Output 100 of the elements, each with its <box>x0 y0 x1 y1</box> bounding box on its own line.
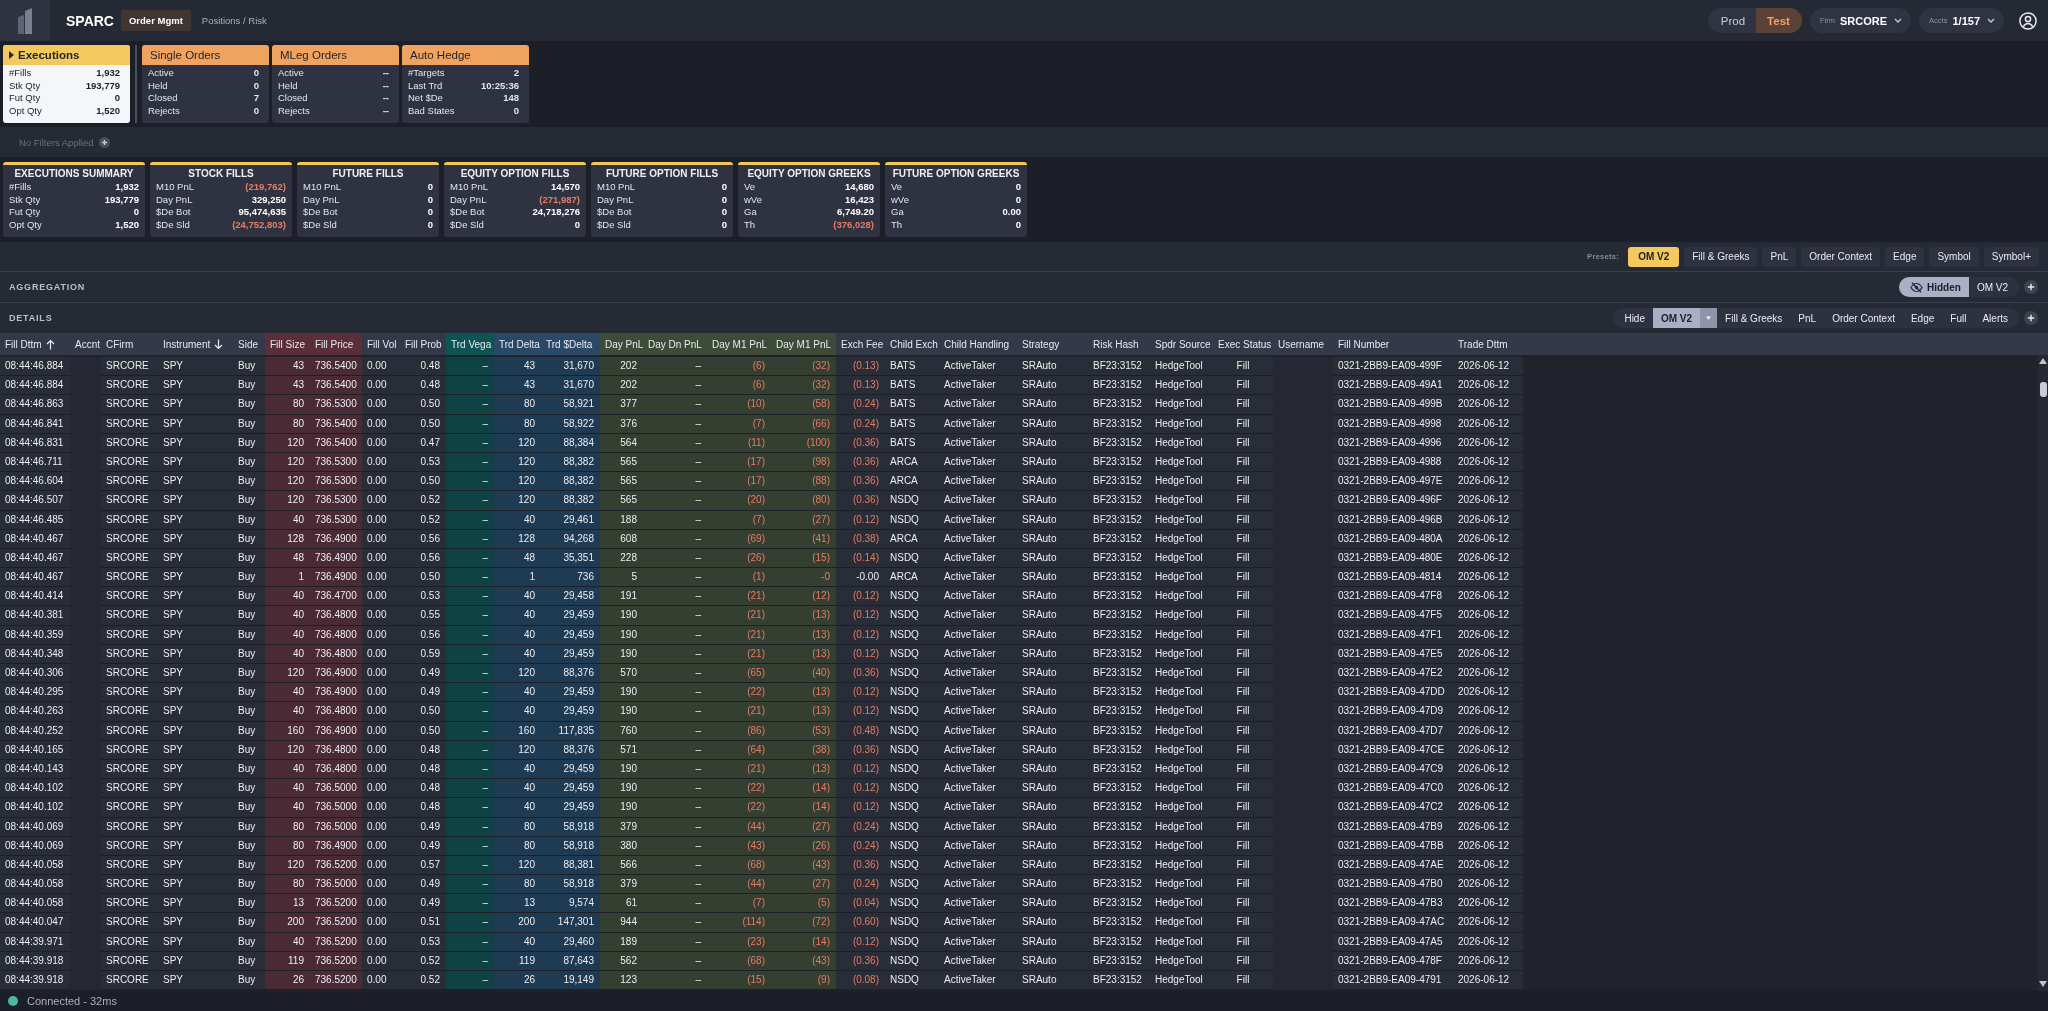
column-header[interactable]: Strategy <box>1017 333 1088 355</box>
preset-button[interactable]: Edge <box>1885 246 1925 267</box>
table-cell: – <box>643 376 707 396</box>
table-cell: NSDQ <box>885 875 939 895</box>
table-cell: 0.50 <box>400 721 446 741</box>
column-header[interactable]: Trd Delta <box>494 333 541 355</box>
table-cell: SPY <box>158 664 233 684</box>
column-header[interactable]: Side <box>233 333 265 355</box>
nav-tab[interactable]: Order Mgmt <box>120 10 191 31</box>
table-cell: 2026-06-12 <box>1453 702 1523 722</box>
table-cell: Fill <box>1213 664 1273 684</box>
table-cell: ActiveTaker <box>939 529 1017 549</box>
table-cell: ActiveTaker <box>939 568 1017 588</box>
table-cell: 736.5300 <box>310 472 362 492</box>
table-cell: – <box>446 548 494 569</box>
preset-button[interactable]: Symbol+ <box>1983 246 2039 267</box>
preset-button[interactable]: Fill & Greeks <box>1684 246 1758 267</box>
table-cell: – <box>643 894 707 914</box>
column-header[interactable]: Day Dn PnL <box>643 333 707 355</box>
user-icon[interactable] <box>2019 11 2037 30</box>
view-button[interactable]: PnL <box>1790 308 1825 328</box>
metric-label: Rejects <box>148 104 180 118</box>
scrollbar-thumb[interactable] <box>2039 382 2047 397</box>
view-button[interactable]: OM V2 <box>1653 308 1718 328</box>
table-cell: (12) <box>771 587 836 607</box>
metric-label: Bad States <box>408 104 455 118</box>
column-header[interactable]: Day M1 PnL <box>707 333 771 355</box>
view-button[interactable]: Order Context <box>1824 308 1903 328</box>
column-header[interactable]: Day M1 PnL <box>771 333 836 355</box>
table-cell: 0321-2BB9-EA09-47B0 <box>1333 875 1453 895</box>
table-cell: (0.08) <box>836 971 885 991</box>
column-header[interactable]: Exch Fee <box>836 333 885 355</box>
card-header[interactable]: Executions <box>3 45 130 65</box>
table-cell: 0321-2BB9-EA09-4988 <box>1333 452 1453 473</box>
table-cell: BATS <box>885 433 939 453</box>
column-header[interactable]: Child Handling <box>939 333 1017 355</box>
column-header[interactable]: Child Exch <box>885 333 939 355</box>
view-button[interactable]: Fill & Greeks <box>1717 308 1791 328</box>
view-button[interactable]: Alerts <box>1974 308 2019 328</box>
table-cell: 190 <box>600 683 643 703</box>
table-cell: 08:44:40.069 <box>0 817 70 837</box>
column-header[interactable]: Day PnL <box>600 333 643 355</box>
column-header[interactable]: Fill Price <box>310 333 362 355</box>
column-header[interactable]: Trd $Delta <box>541 333 600 355</box>
caret-down-icon[interactable] <box>1700 308 1718 328</box>
table-cell: SRAuto <box>1017 913 1088 933</box>
column-header[interactable]: Instrument <box>158 333 233 355</box>
table-cell: 736.5300 <box>310 395 362 415</box>
column-header[interactable]: Trd Vega <box>446 333 494 355</box>
table-cell: – <box>643 740 707 760</box>
table-cell: BF23:3152 <box>1088 683 1150 703</box>
card-header[interactable]: Auto Hedge <box>402 45 529 65</box>
table-cell: Fill <box>1213 510 1273 530</box>
card-header[interactable]: Single Orders <box>142 45 269 65</box>
nav-tab[interactable]: Positions / Risk <box>193 10 275 31</box>
table-cell: Buy <box>233 836 265 856</box>
table-cell: BF23:3152 <box>1088 913 1150 933</box>
column-header[interactable]: Fill Prob <box>400 333 446 355</box>
scroll-down-icon[interactable] <box>2039 981 2047 987</box>
column-header[interactable]: Risk Hash <box>1088 333 1150 355</box>
environment-toggle[interactable]: Test <box>1756 8 1802 33</box>
table-cell: -0 <box>771 568 836 588</box>
column-header[interactable]: Accnt <box>70 333 101 355</box>
table-cell: NSDQ <box>885 625 939 645</box>
preset-button[interactable]: OM V2 <box>1628 246 1680 267</box>
table-cell: 0321-2BB9-EA09-4998 <box>1333 414 1453 434</box>
table-cell: SPY <box>158 587 233 607</box>
column-header[interactable]: Fill Number <box>1333 333 1453 355</box>
preset-button[interactable]: PnL <box>1762 246 1797 267</box>
table-cell: 0321-2BB9-EA09-497E <box>1333 472 1453 492</box>
table-cell: 2026-06-12 <box>1453 798 1523 818</box>
column-header[interactable]: Fill Dttm <box>0 333 70 355</box>
table-cell: (21) <box>707 606 771 626</box>
view-button[interactable]: Hidden <box>1899 277 1969 297</box>
scroll-up-icon[interactable] <box>2039 358 2047 364</box>
view-button[interactable]: Edge <box>1902 308 1943 328</box>
column-header[interactable]: Username <box>1273 333 1333 355</box>
view-button[interactable]: OM V2 <box>1968 277 2019 297</box>
column-header[interactable]: Fill Size <box>265 333 310 355</box>
preset-button[interactable]: Order Context <box>1801 246 1881 267</box>
column-header[interactable]: Exec Status <box>1213 333 1273 355</box>
environment-toggle[interactable]: Prod <box>1707 8 1757 33</box>
table-cell: Buy <box>233 625 265 645</box>
column-header[interactable]: Trade Dttm <box>1453 333 1523 355</box>
plus-icon[interactable] <box>2024 280 2038 294</box>
table-cell: 08:44:40.381 <box>0 606 70 626</box>
table-cell: 13 <box>265 894 310 914</box>
plus-icon[interactable] <box>2024 311 2038 325</box>
view-button[interactable]: Full <box>1942 308 1975 328</box>
table-cell: 29,459 <box>541 702 600 722</box>
card-header[interactable]: MLeg Orders <box>272 45 399 65</box>
table-cell: SPY <box>158 472 233 492</box>
view-button[interactable]: Hide <box>1613 308 1653 328</box>
column-header[interactable]: CFirm <box>101 333 158 355</box>
column-header[interactable]: Spdr Source <box>1150 333 1213 355</box>
table-cell: NSDQ <box>885 683 939 703</box>
preset-button[interactable]: Symbol <box>1929 246 1979 267</box>
plus-icon[interactable] <box>99 136 111 148</box>
column-header[interactable]: Fill Vol <box>362 333 400 355</box>
table-cell: ActiveTaker <box>939 395 1017 415</box>
